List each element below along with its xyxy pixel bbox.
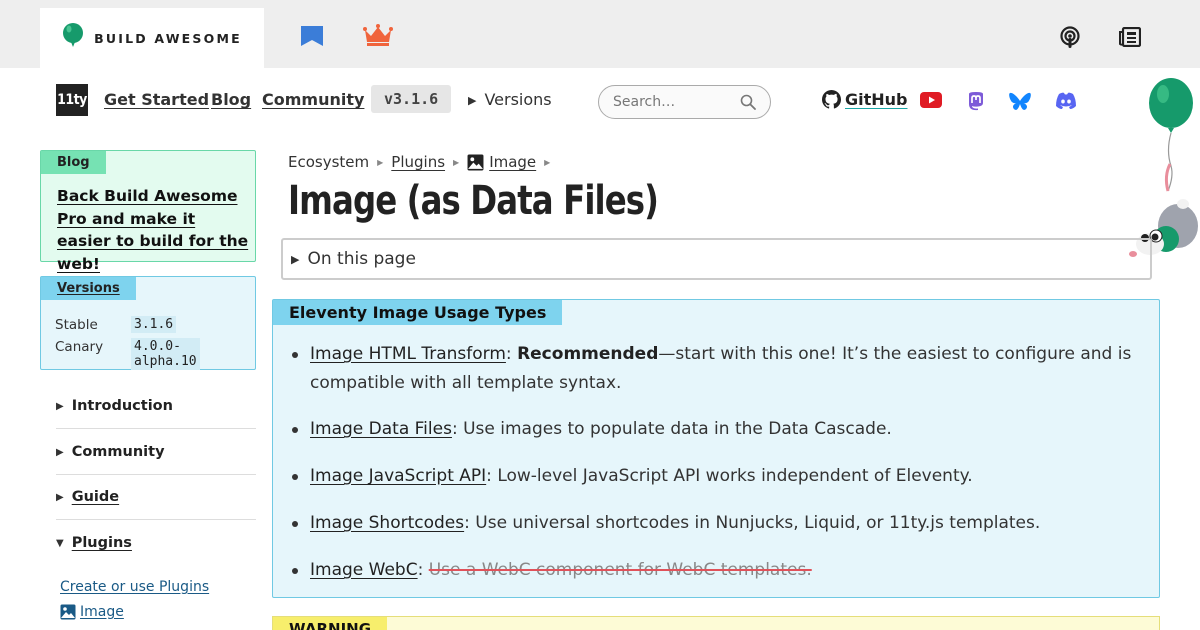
crown-icon[interactable] (363, 24, 393, 53)
link-image-data-files[interactable]: Image Data Files (310, 419, 452, 439)
chevron-right-icon: ▶ (377, 157, 384, 167)
usage-types-list: Image HTML Transform: Recommended—start … (289, 340, 1149, 585)
separator: : (486, 466, 498, 486)
discord-icon[interactable] (1055, 92, 1077, 115)
sidebar-item-guide[interactable]: ▶ Guide (56, 474, 256, 520)
blog-callout-link[interactable]: Back Build Awesome Pro and make it easie… (57, 185, 249, 275)
search-icon[interactable] (740, 94, 756, 110)
list-item: Image Data Files: Use images to populate… (289, 415, 1149, 444)
separator: : (451, 419, 464, 439)
blog-tag: Blog (41, 151, 106, 174)
sidebar-sublink-label: Image (80, 604, 124, 620)
disclosure-triangle-icon: ▶ (56, 400, 64, 412)
nav-link-community[interactable]: Community (262, 90, 364, 109)
item-description: Use universal shortcodes in Nunjucks, Li… (475, 513, 1041, 533)
github-link[interactable]: GitHub (822, 90, 908, 109)
sidebar-item-introduction[interactable]: ▶ Introduction (56, 383, 256, 429)
versions-toggle-label: Versions (484, 90, 552, 109)
youtube-icon[interactable] (920, 92, 942, 113)
sidebar-sublink-create-plugins[interactable]: Create or use Plugins (60, 579, 209, 595)
list-item: Image JavaScript API: Low-level JavaScri… (289, 462, 1149, 491)
breadcrumb-link-plugins[interactable]: Plugins (391, 153, 445, 171)
image-icon (467, 154, 484, 171)
sidebar-item-label: Plugins (71, 535, 132, 551)
sidebar-item-plugins[interactable]: ▼ Plugins (56, 520, 256, 566)
disclosure-triangle-icon: ▶ (468, 94, 477, 107)
version-value: 4.0.0-alpha.10 (131, 338, 200, 370)
breadcrumb: Ecosystem ▶ Plugins ▶ Image ▶ (288, 153, 558, 171)
link-image-shortcodes[interactable]: Image Shortcodes (310, 513, 464, 533)
top-bar: BUILD AWESOME (0, 0, 1200, 68)
recommended-label: Recommended (517, 344, 659, 364)
build-awesome-tab[interactable]: BUILD AWESOME (40, 8, 264, 68)
sidebar-item-label: Guide (71, 489, 120, 505)
versions-toggle[interactable]: ▶ Versions (468, 90, 552, 109)
sidebar-item-label: Community (71, 444, 165, 460)
chevron-right-icon: ▶ (544, 157, 551, 167)
image-icon (60, 604, 76, 620)
page-title: Image (as Data Files) (288, 178, 659, 224)
brand-label: BUILD AWESOME (94, 30, 242, 46)
bluesky-icon[interactable] (1009, 92, 1031, 117)
link-image-html-transform[interactable]: Image HTML Transform (310, 344, 506, 364)
github-label: GitHub (845, 90, 908, 109)
main-nav: 11ty Get Started Blog Community v3.1.6 ▶… (0, 68, 1200, 132)
on-this-page-toggle[interactable]: ▶ On this page (281, 238, 1152, 280)
warning-tag: WARNING (273, 617, 388, 630)
versions-callout: Versions Stable 3.1.6 Canary 4.0.0-alpha… (40, 276, 256, 370)
separator: : (464, 513, 476, 533)
sidebar-item-community[interactable]: ▶ Community (56, 429, 256, 475)
version-row-stable: Stable 3.1.6 (55, 316, 177, 333)
list-item: Image Shortcodes: Use universal shortcod… (289, 509, 1149, 538)
blog-callout: Blog Back Build Awesome Pro and make it … (40, 150, 256, 273)
flag-icon[interactable] (300, 24, 324, 55)
disclosure-triangle-open-icon: ▼ (56, 537, 64, 549)
eleventy-logo[interactable]: 11ty (56, 84, 88, 116)
sidebar-sublink-image[interactable]: Image (60, 604, 124, 620)
search-input[interactable] (613, 94, 738, 110)
balloon-icon (62, 22, 84, 54)
link-image-webc[interactable]: Image WebC (310, 560, 418, 580)
toc-label: On this page (307, 249, 416, 269)
usage-types-callout: Eleventy Image Usage Types Image HTML Tr… (272, 299, 1160, 598)
nav-link-get-started[interactable]: Get Started (104, 90, 209, 109)
mastodon-icon[interactable] (966, 91, 986, 116)
chevron-right-icon: ▶ (453, 157, 460, 167)
usage-types-tag: Eleventy Image Usage Types (273, 300, 563, 325)
newspaper-icon[interactable] (1119, 26, 1142, 52)
separator: : (505, 344, 518, 364)
item-description: Use images to populate data in the Data … (463, 419, 892, 439)
disclosure-triangle-icon: ▶ (56, 491, 64, 503)
version-label: Stable (55, 317, 98, 333)
sidebar-item-label: Introduction (71, 398, 173, 414)
list-item: Image HTML Transform: Recommended—start … (289, 340, 1149, 398)
podcast-icon[interactable] (1059, 26, 1081, 55)
breadcrumb-link-image[interactable]: Image (489, 153, 536, 171)
deprecated-description: Use a WebC component for WebC templates. (428, 560, 812, 580)
version-row-canary: Canary 4.0.0-alpha.10 (55, 338, 200, 370)
search-box[interactable] (598, 85, 771, 119)
disclosure-triangle-icon: ▶ (56, 446, 64, 458)
version-badge[interactable]: v3.1.6 (371, 85, 452, 113)
github-icon (822, 90, 841, 109)
separator: : (417, 560, 429, 580)
list-item: Image WebC: Use a WebC component for Web… (289, 556, 1149, 585)
warning-callout: WARNING (272, 616, 1160, 630)
versions-tag[interactable]: Versions (41, 277, 136, 300)
item-description: Low-level JavaScript API works independe… (497, 466, 973, 486)
nav-link-blog[interactable]: Blog (211, 90, 251, 109)
version-value: 3.1.6 (131, 316, 177, 333)
version-label: Canary (55, 339, 104, 355)
disclosure-triangle-icon: ▶ (291, 252, 300, 266)
breadcrumb-item: Ecosystem (288, 153, 370, 171)
link-image-javascript-api[interactable]: Image JavaScript API (310, 466, 486, 486)
